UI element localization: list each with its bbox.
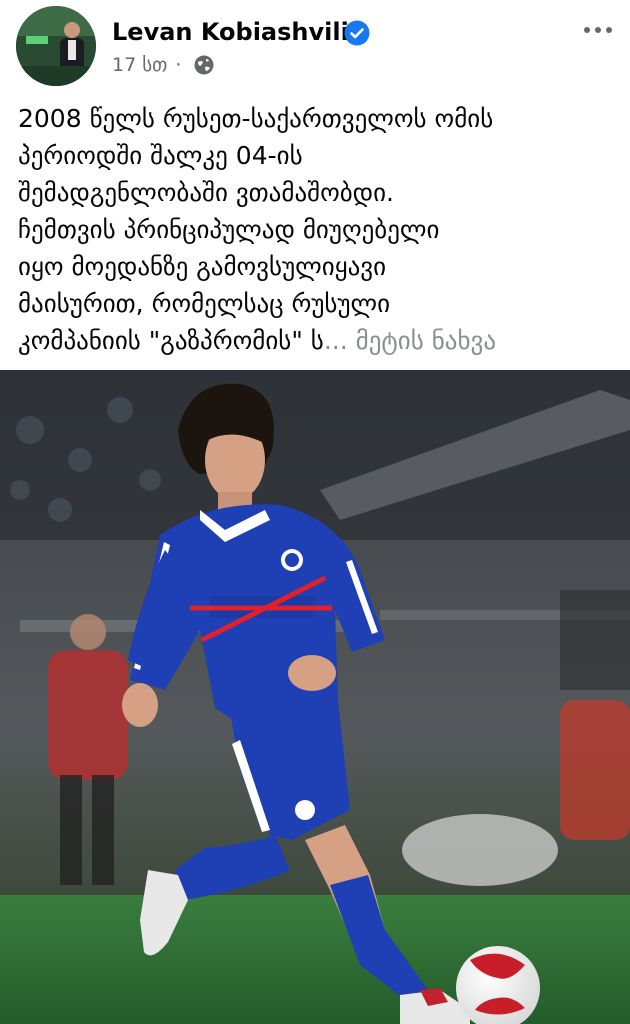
post-text-line: პერიოდში შალკე 04-ის	[18, 141, 303, 170]
more-options-icon[interactable]	[582, 18, 614, 42]
see-more-link[interactable]: ... მეტის ნახვა	[324, 326, 496, 355]
meta-separator: ·	[175, 54, 182, 76]
post-header: Levan Kobiashvili 17 სთ ·	[0, 0, 630, 100]
footballer-photo	[0, 370, 630, 1024]
post-text-line: შემადგენლობაში ვთამაშობდი.	[18, 178, 395, 207]
post-text-line: ჩემთვის პრინციპულად მიუღებელი	[18, 215, 440, 244]
avatar-image	[16, 6, 96, 86]
post-text-line: იყო მოედანზე გამოვსულიყავი	[18, 252, 387, 281]
post-meta: 17 სთ ·	[112, 54, 215, 76]
post-text-line: 2008 წელს რუსეთ-საქართველოს ომის	[18, 104, 494, 133]
globe-icon	[194, 55, 214, 75]
post-text-last-line: კომპანიის "გაზპრომის" ს... მეტის ნახვა	[18, 322, 618, 359]
post-timestamp[interactable]: 17 სთ	[112, 54, 167, 76]
author-avatar[interactable]	[16, 6, 96, 86]
post-body-text: 2008 წელს რუსეთ-საქართველოს ომის პერიოდშ…	[18, 100, 618, 359]
post-photo[interactable]	[0, 370, 630, 1024]
verified-badge-icon	[344, 20, 370, 46]
post-text-line: მაისურით, რომელსაც რუსული	[18, 289, 391, 318]
author-name[interactable]: Levan Kobiashvili	[112, 16, 349, 48]
post-text-truncated: კომპანიის "გაზპრომის" ს	[18, 326, 324, 355]
